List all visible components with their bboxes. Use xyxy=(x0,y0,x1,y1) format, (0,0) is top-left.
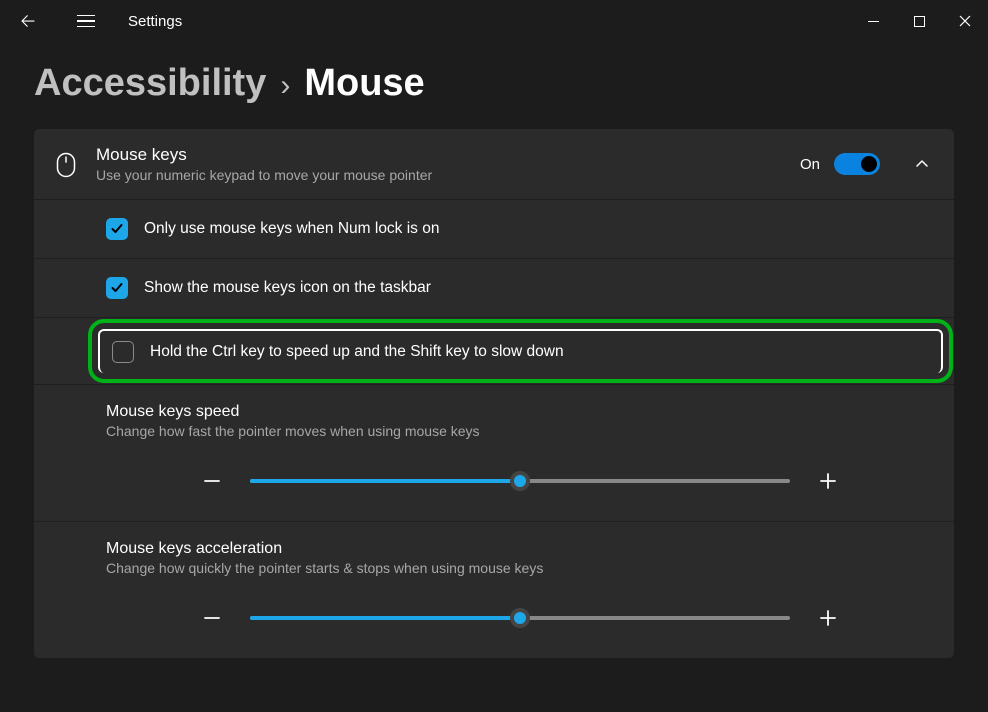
toggle-label: On xyxy=(800,156,820,173)
mouse-keys-header[interactable]: Mouse keys Use your numeric keypad to mo… xyxy=(34,129,954,200)
acceleration-section: Mouse keys acceleration Change how quick… xyxy=(34,522,954,658)
speed-slider[interactable] xyxy=(250,479,790,483)
option-taskbar-icon-label: Show the mouse keys icon on the taskbar xyxy=(144,279,431,297)
speed-title: Mouse keys speed xyxy=(106,403,934,421)
breadcrumb: Accessibility › Mouse xyxy=(0,42,988,129)
menu-button[interactable] xyxy=(66,1,106,41)
mouse-keys-toggle-wrap: On xyxy=(800,153,880,175)
speed-increase-button[interactable] xyxy=(812,465,844,497)
check-icon xyxy=(110,222,124,236)
option-ctrl-shift[interactable]: Hold the Ctrl key to speed up and the Sh… xyxy=(98,329,943,373)
acceleration-subtitle: Change how quickly the pointer starts & … xyxy=(106,560,934,576)
option-numlock-label: Only use mouse keys when Num lock is on xyxy=(144,220,439,238)
chevron-up-icon xyxy=(915,157,929,171)
acceleration-increase-button[interactable] xyxy=(812,602,844,634)
mouse-keys-card: Mouse keys Use your numeric keypad to mo… xyxy=(34,129,954,658)
minimize-icon xyxy=(868,16,879,27)
checkbox-ctrl-shift[interactable] xyxy=(112,341,134,363)
acceleration-slider-row xyxy=(106,602,934,634)
speed-slider-row xyxy=(106,465,934,497)
acceleration-slider[interactable] xyxy=(250,616,790,620)
toggle-knob xyxy=(861,156,877,172)
speed-slider-fill xyxy=(250,479,520,483)
maximize-icon xyxy=(914,16,925,27)
mouse-keys-subtitle: Use your numeric keypad to move your mou… xyxy=(96,167,782,183)
option-ctrl-shift-label: Hold the Ctrl key to speed up and the Sh… xyxy=(150,343,564,361)
arrow-left-icon xyxy=(19,12,37,30)
checkbox-taskbar-icon[interactable] xyxy=(106,277,128,299)
back-button[interactable] xyxy=(8,1,48,41)
mouse-keys-title-block: Mouse keys Use your numeric keypad to mo… xyxy=(96,145,782,183)
chevron-right-icon: › xyxy=(280,69,290,103)
close-button[interactable] xyxy=(942,5,988,37)
speed-decrease-button[interactable] xyxy=(196,465,228,497)
minus-icon xyxy=(203,609,221,627)
check-icon xyxy=(110,281,124,295)
mouse-keys-title: Mouse keys xyxy=(96,145,782,165)
minus-icon xyxy=(203,472,221,490)
window-controls xyxy=(850,5,988,37)
acceleration-slider-thumb[interactable] xyxy=(510,608,530,628)
acceleration-slider-fill xyxy=(250,616,520,620)
plus-icon xyxy=(819,609,837,627)
checkbox-numlock[interactable] xyxy=(106,218,128,240)
mouse-keys-toggle[interactable] xyxy=(834,153,880,175)
speed-subtitle: Change how fast the pointer moves when u… xyxy=(106,423,934,439)
titlebar-left: Settings xyxy=(8,1,182,41)
breadcrumb-parent[interactable]: Accessibility xyxy=(34,62,266,105)
acceleration-title: Mouse keys acceleration xyxy=(106,540,934,558)
speed-slider-thumb[interactable] xyxy=(510,471,530,491)
speed-section: Mouse keys speed Change how fast the poi… xyxy=(34,384,954,522)
acceleration-decrease-button[interactable] xyxy=(196,602,228,634)
breadcrumb-current: Mouse xyxy=(304,62,424,105)
option-taskbar-icon[interactable]: Show the mouse keys icon on the taskbar xyxy=(34,259,954,318)
plus-icon xyxy=(819,472,837,490)
mouse-icon xyxy=(54,153,78,177)
maximize-button[interactable] xyxy=(896,5,942,37)
collapse-button[interactable] xyxy=(910,152,934,176)
close-icon xyxy=(959,15,971,27)
minimize-button[interactable] xyxy=(850,5,896,37)
option-numlock[interactable]: Only use mouse keys when Num lock is on xyxy=(34,200,954,259)
app-title: Settings xyxy=(128,13,182,30)
titlebar: Settings xyxy=(0,0,988,42)
